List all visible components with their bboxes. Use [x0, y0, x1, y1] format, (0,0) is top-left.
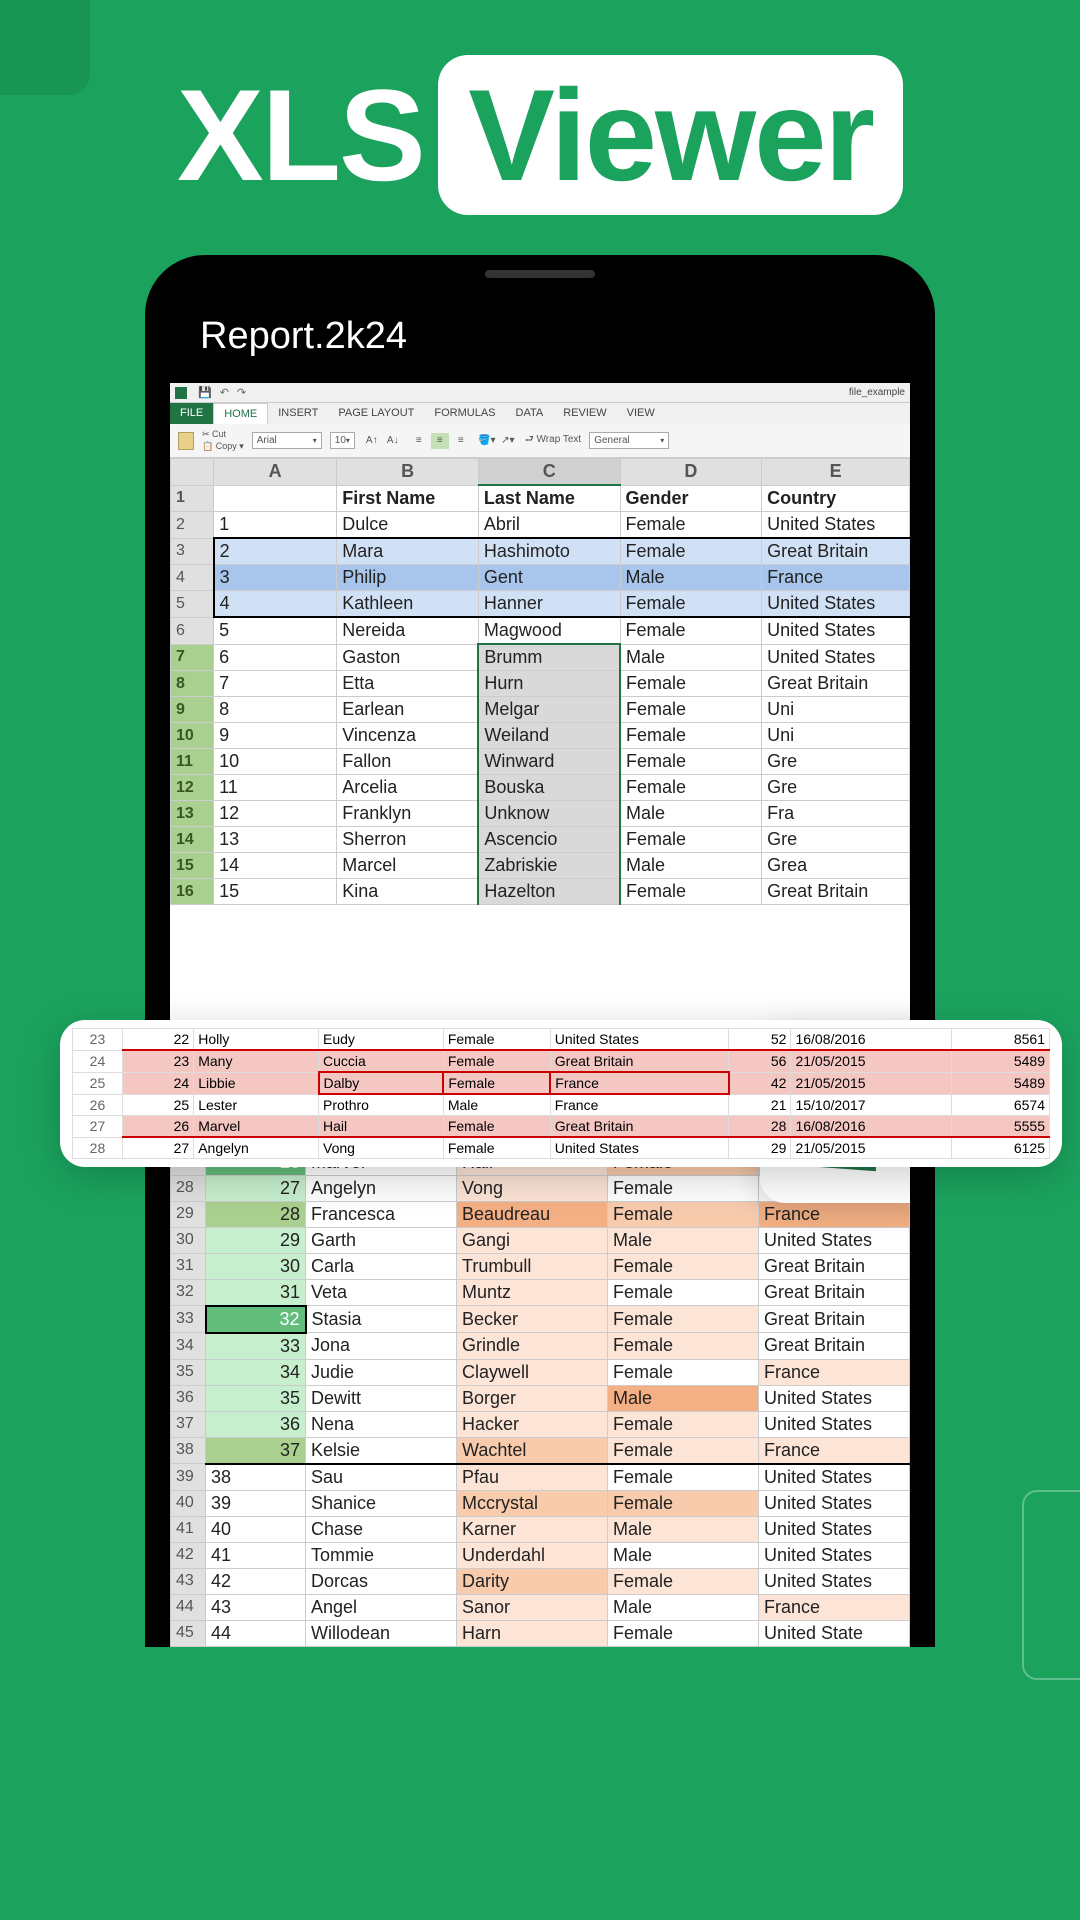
orientation-icon[interactable]: ↗▾	[499, 433, 517, 449]
phone-mockup: Report.2k24 💾 ↶ ↷ file_example FILE HOME…	[145, 255, 935, 1647]
app-title: XLS Viewer	[0, 0, 1080, 255]
paste-button[interactable]	[178, 432, 194, 450]
table-row[interactable]: 4342DorcasDarityFemaleUnited States	[171, 1568, 910, 1594]
redo-icon[interactable]: ↷	[237, 386, 246, 399]
wrap-text-button[interactable]: ⮐ Wrap Text	[525, 432, 581, 449]
table-row[interactable]: 1514MarcelZabriskieMaleGrea	[171, 853, 910, 879]
workbook-filename: file_example	[849, 387, 905, 398]
table-row[interactable]: 2423ManyCucciaFemaleGreat Britain5621/05…	[73, 1050, 1050, 1072]
table-row[interactable]: 3231VetaMuntzFemaleGreat Britain	[171, 1279, 910, 1306]
table-row[interactable]: 32MaraHashimotoFemaleGreat Britain	[171, 538, 910, 565]
col-header-b[interactable]: B	[337, 459, 479, 486]
col-header-e[interactable]: E	[762, 459, 910, 486]
excel-icon	[175, 387, 187, 399]
title-viewer: Viewer	[438, 55, 903, 215]
copy-button[interactable]: 📋 Copy ▾	[202, 441, 244, 452]
table-row[interactable]: 1211ArceliaBouskaFemaleGre	[171, 775, 910, 801]
table-row[interactable]: 65NereidaMagwoodFemaleUnited States	[171, 617, 910, 644]
table-row[interactable]: 2928FrancescaBeaudreauFemaleFrance	[171, 1201, 910, 1227]
ribbon-tab-insert[interactable]: INSERT	[268, 403, 328, 424]
table-row[interactable]: 109VincenzaWeilandFemaleUni	[171, 723, 910, 749]
ribbon-tab-file[interactable]: FILE	[170, 403, 213, 424]
phone-screen: Report.2k24 💾 ↶ ↷ file_example FILE HOME…	[170, 280, 910, 1647]
align-left-icon[interactable]: ≡	[410, 433, 428, 449]
ribbon-tab-pagelayout[interactable]: PAGE LAYOUT	[328, 403, 424, 424]
col-header-a[interactable]: A	[214, 459, 337, 486]
table-row[interactable]: 3332StasiaBeckerFemaleGreat Britain	[171, 1306, 910, 1333]
table-row[interactable]: 3433JonaGrindleFemaleGreat Britain	[171, 1333, 910, 1360]
table-row[interactable]: 1312FranklynUnknowMaleFra	[171, 801, 910, 827]
spreadsheet-upper[interactable]: A B C D E 1 First Name Last Name Gender …	[170, 458, 910, 905]
table-row[interactable]: 1110FallonWinwardFemaleGre	[171, 749, 910, 775]
align-center-icon[interactable]: ≡	[431, 433, 449, 449]
title-xls: XLS	[177, 62, 424, 208]
table-row[interactable]: 3635DewittBorgerMaleUnited States	[171, 1385, 910, 1411]
number-format-select[interactable]: General	[589, 432, 669, 449]
ribbon-home: ✂ Cut 📋 Copy ▾ Arial 10 A↑ A↓ ≡ ≡ ≡ 🪣▾ ↗…	[170, 424, 910, 458]
ribbon-tab-data[interactable]: DATA	[506, 403, 554, 424]
table-row[interactable]: 3736NenaHackerFemaleUnited States	[171, 1411, 910, 1437]
table-row[interactable]: 2625LesterProthroMaleFrance2115/10/20176…	[73, 1094, 1050, 1116]
font-select[interactable]: Arial	[252, 432, 322, 449]
col-header-c[interactable]: C	[478, 459, 620, 486]
file-title: Report.2k24	[170, 280, 910, 383]
table-row[interactable]: 2524LibbieDalbyFemaleFrance4221/05/20155…	[73, 1072, 1050, 1094]
save-icon[interactable]: 💾	[198, 386, 212, 399]
paste-icon	[178, 432, 194, 450]
fill-color-icon[interactable]: 🪣▾	[478, 433, 496, 449]
decrease-font-icon[interactable]: A↓	[384, 433, 402, 449]
quick-access-toolbar: 💾 ↶ ↷	[175, 386, 246, 399]
table-row[interactable]: 3938SauPfauFemaleUnited States	[171, 1464, 910, 1491]
table-row[interactable]: 98EarleanMelgarFemaleUni	[171, 697, 910, 723]
bg-ghost-outline	[1022, 1490, 1080, 1680]
table-row[interactable]: 4544WillodeanHarnFemaleUnited State	[171, 1620, 910, 1646]
ribbon-tab-home[interactable]: HOME	[213, 403, 268, 424]
column-headers: A B C D E	[171, 459, 910, 486]
bg-corner-accent	[0, 0, 90, 95]
increase-font-icon[interactable]: A↑	[363, 433, 381, 449]
table-row[interactable]: 3837KelsieWachtelFemaleFrance	[171, 1437, 910, 1464]
align-right-icon[interactable]: ≡	[452, 433, 470, 449]
table-row[interactable]: 76GastonBrummMaleUnited States	[171, 644, 910, 671]
font-size-select[interactable]: 10	[330, 432, 355, 449]
table-row[interactable]: 43PhilipGentMaleFrance	[171, 565, 910, 591]
ribbon-tab-formulas[interactable]: FORMULAS	[424, 403, 505, 424]
table-header-row[interactable]: 1 First Name Last Name Gender Country	[171, 485, 910, 512]
table-row[interactable]: 3130CarlaTrumbullFemaleGreat Britain	[171, 1253, 910, 1279]
cut-button[interactable]: ✂ Cut	[202, 429, 244, 440]
excel-titlebar: 💾 ↶ ↷ file_example	[170, 383, 910, 403]
table-row[interactable]: 87EttaHurnFemaleGreat Britain	[171, 671, 910, 697]
table-row[interactable]: 2726MarvelHailFemaleGreat Britain2816/08…	[73, 1116, 1050, 1138]
table-row[interactable]: 4140ChaseKarnerMaleUnited States	[171, 1516, 910, 1542]
col-header-d[interactable]: D	[620, 459, 762, 486]
ribbon-tab-view[interactable]: VIEW	[617, 403, 665, 424]
phone-notch	[485, 270, 595, 278]
popout-preview: 2322HollyEudyFemaleUnited States5216/08/…	[60, 1020, 1062, 1167]
table-row[interactable]: 3029GarthGangiMaleUnited States	[171, 1227, 910, 1253]
table-row[interactable]: 4039ShaniceMccrystalFemaleUnited States	[171, 1490, 910, 1516]
table-row[interactable]: 21DulceAbrilFemaleUnited States	[171, 512, 910, 539]
table-row[interactable]: 1615KinaHazeltonFemaleGreat Britain	[171, 879, 910, 905]
table-row[interactable]: 4241TommieUnderdahlMaleUnited States	[171, 1542, 910, 1568]
excel-app: 💾 ↶ ↷ file_example FILE HOME INSERT PAGE…	[170, 383, 910, 1647]
table-row[interactable]: 1413SherronAscencioFemaleGre	[171, 827, 910, 853]
undo-icon[interactable]: ↶	[220, 386, 229, 399]
table-row[interactable]: 4443AngelSanorMaleFrance	[171, 1594, 910, 1620]
table-row[interactable]: 2827AngelynVongFemaleUnited States2921/0…	[73, 1137, 1050, 1159]
ribbon-tabs: FILE HOME INSERT PAGE LAYOUT FORMULAS DA…	[170, 403, 910, 424]
table-row[interactable]: 3534JudieClaywellFemaleFrance	[171, 1359, 910, 1385]
table-row[interactable]: 2322HollyEudyFemaleUnited States5216/08/…	[73, 1029, 1050, 1051]
table-row[interactable]: 54KathleenHannerFemaleUnited States	[171, 591, 910, 618]
ribbon-tab-review[interactable]: REVIEW	[553, 403, 616, 424]
